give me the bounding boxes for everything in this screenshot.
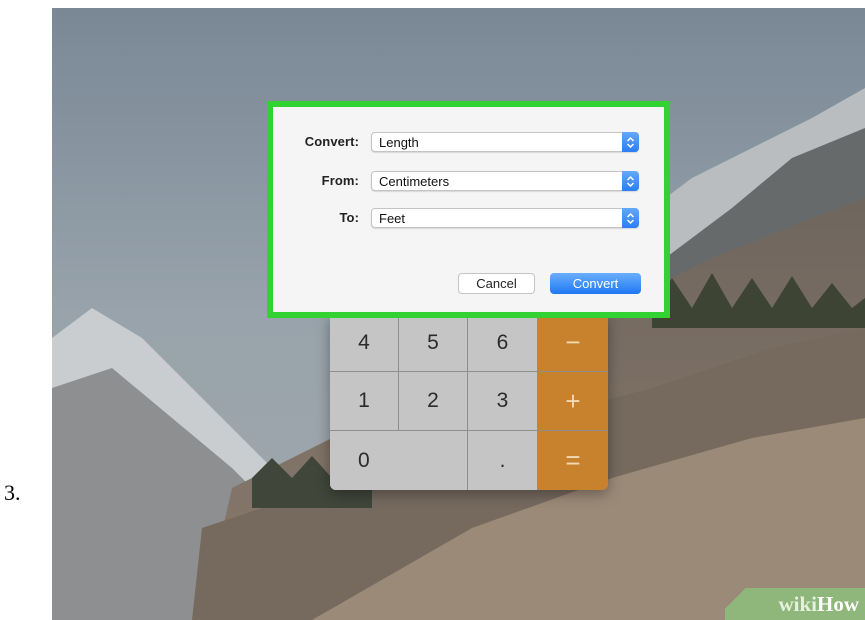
key-2[interactable]: 2 (399, 372, 468, 431)
to-unit-value: Feet (379, 211, 406, 226)
select-arrows-icon (622, 208, 639, 228)
from-unit-select[interactable]: Centimeters (371, 171, 639, 191)
convert-label: Convert: (304, 134, 359, 149)
key-add[interactable]: + (538, 372, 608, 431)
calculator-keypad: 4 5 6 − 1 2 3 + 0 . = (330, 314, 608, 490)
key-6[interactable]: 6 (468, 314, 538, 372)
to-unit-select[interactable]: Feet (371, 208, 639, 228)
to-label: To: (339, 210, 359, 225)
key-4[interactable]: 4 (330, 314, 399, 372)
from-label: From: (321, 173, 359, 188)
desktop-background: 4 5 6 − 1 2 3 + 0 . = Convert: Length Fr… (52, 8, 865, 620)
cancel-button[interactable]: Cancel (458, 273, 535, 294)
key-decimal[interactable]: . (468, 431, 538, 490)
wikihow-watermark: wiki How (725, 588, 865, 620)
key-3[interactable]: 3 (468, 372, 538, 431)
step-number: 3. (4, 480, 21, 505)
from-unit-value: Centimeters (379, 174, 450, 189)
key-1[interactable]: 1 (330, 372, 399, 431)
watermark-wiki: wiki (778, 591, 817, 616)
key-5[interactable]: 5 (399, 314, 468, 372)
key-equals[interactable]: = (538, 431, 608, 490)
convert-type-value: Length (379, 135, 419, 150)
convert-button[interactable]: Convert (550, 273, 641, 294)
key-subtract[interactable]: − (538, 314, 608, 372)
select-arrows-icon (622, 171, 639, 191)
select-arrows-icon (622, 132, 639, 152)
convert-type-select[interactable]: Length (371, 132, 639, 152)
key-0[interactable]: 0 (330, 431, 468, 490)
convert-dialog: Convert: Length From: Centimeters To: Fe… (273, 107, 664, 312)
watermark-how: How (817, 591, 859, 616)
